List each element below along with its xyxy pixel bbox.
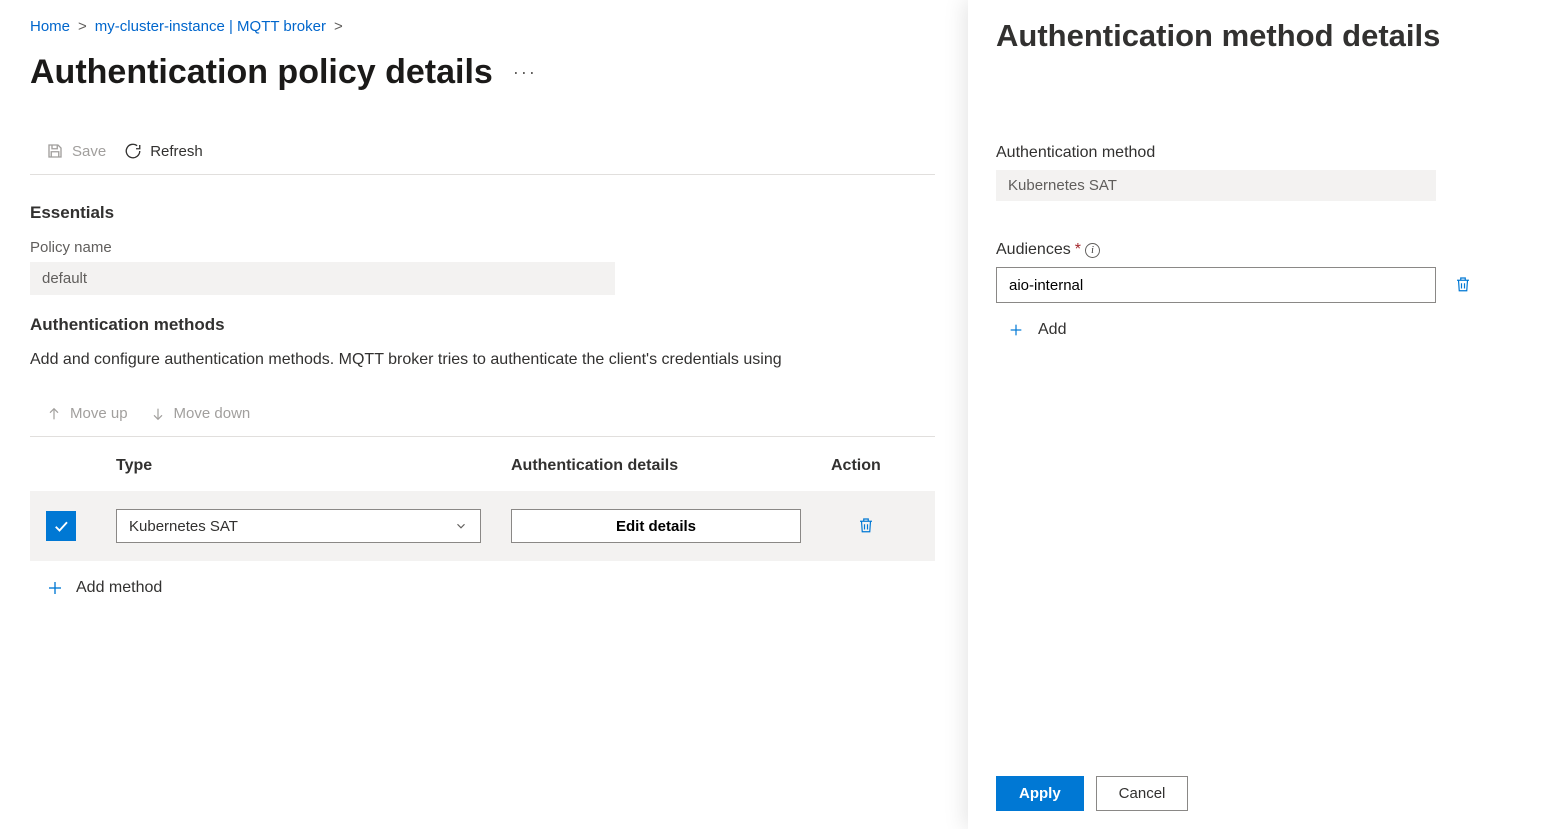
trash-icon: [857, 515, 875, 535]
delete-audience-button[interactable]: [1454, 274, 1472, 297]
chevron-down-icon: [454, 519, 468, 533]
policy-name-value: default: [30, 262, 615, 295]
column-type: Type: [116, 457, 511, 475]
breadcrumb-home[interactable]: Home: [30, 18, 70, 35]
auth-method-value: Kubernetes SAT: [996, 170, 1436, 201]
more-actions-icon[interactable]: ···: [513, 62, 537, 83]
plus-icon: [1008, 322, 1024, 338]
auth-methods-description: Add and configure authentication methods…: [30, 351, 935, 369]
auth-method-label: Authentication method: [996, 144, 1500, 162]
cancel-button[interactable]: Cancel: [1096, 776, 1189, 811]
trash-icon: [1454, 274, 1472, 294]
column-details: Authentication details: [511, 457, 831, 475]
arrow-up-icon: [46, 406, 62, 422]
delete-row-button[interactable]: [857, 515, 875, 538]
apply-button[interactable]: Apply: [996, 776, 1084, 811]
save-icon: [46, 142, 64, 160]
checkmark-icon: [52, 517, 70, 535]
move-up-button[interactable]: Move up: [46, 405, 128, 422]
breadcrumb-instance[interactable]: my-cluster-instance | MQTT broker: [95, 18, 326, 35]
add-method-button[interactable]: Add method: [46, 579, 162, 597]
page-title: Authentication policy details: [30, 53, 493, 92]
chevron-right-icon: >: [78, 18, 87, 35]
chevron-right-icon: >: [334, 18, 343, 35]
arrow-down-icon: [150, 406, 166, 422]
info-icon[interactable]: i: [1085, 243, 1100, 258]
plus-icon: [46, 579, 64, 597]
type-select[interactable]: Kubernetes SAT: [116, 509, 481, 543]
column-action: Action: [831, 457, 901, 475]
panel-title: Authentication method details: [996, 18, 1500, 54]
audiences-label: Audiences * i: [996, 241, 1500, 259]
auth-methods-heading: Authentication methods: [30, 315, 935, 335]
policy-name-label: Policy name: [30, 239, 935, 256]
table-row: Kubernetes SAT Edit details: [30, 491, 935, 561]
add-audience-button[interactable]: Add: [1008, 321, 1066, 339]
move-down-button[interactable]: Move down: [150, 405, 251, 422]
refresh-icon: [124, 142, 142, 160]
row-checkbox[interactable]: [46, 511, 76, 541]
required-indicator: *: [1075, 241, 1081, 259]
essentials-heading: Essentials: [30, 203, 935, 223]
audience-input[interactable]: [996, 267, 1436, 303]
table-header: Type Authentication details Action: [30, 437, 935, 491]
details-panel: Authentication method details Authentica…: [968, 0, 1548, 829]
refresh-button[interactable]: Refresh: [124, 142, 203, 160]
edit-details-button[interactable]: Edit details: [511, 509, 801, 543]
save-button[interactable]: Save: [46, 142, 106, 160]
breadcrumb: Home > my-cluster-instance | MQTT broker…: [30, 18, 935, 35]
